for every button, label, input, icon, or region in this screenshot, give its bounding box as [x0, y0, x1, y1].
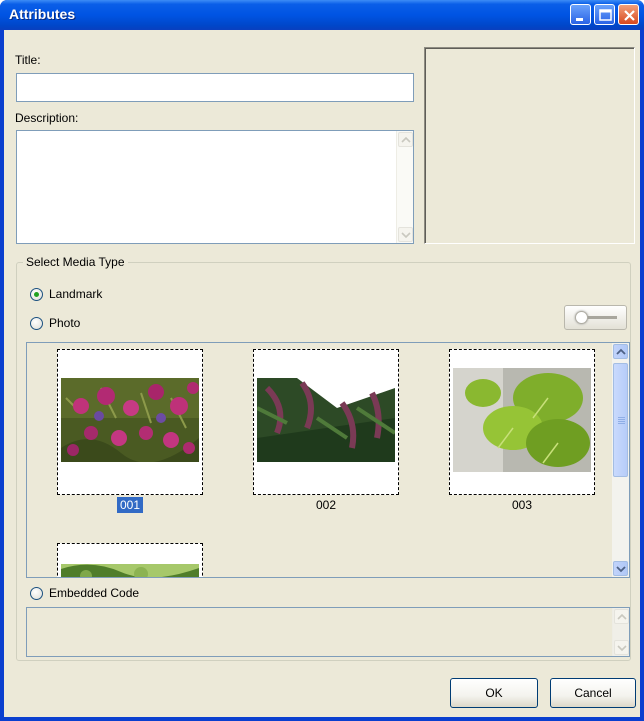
minimize-button[interactable]: [570, 4, 591, 25]
description-scrollbar[interactable]: [396, 131, 413, 243]
attributes-window: Attributes Title: Description: Select Me…: [0, 0, 644, 721]
cancel-button[interactable]: Cancel: [550, 678, 636, 708]
chevron-up-icon: [617, 613, 627, 620]
thumbnail-image-003: [453, 368, 591, 472]
dialog-body: Title: Description: Select Media Type La…: [4, 30, 640, 717]
description-scroll-up[interactable]: [398, 132, 413, 147]
photo-radio-label[interactable]: Photo: [49, 316, 80, 330]
thumbnail-003[interactable]: [449, 349, 595, 495]
photo-radio[interactable]: [30, 317, 43, 330]
slider-knob-icon: [575, 311, 588, 324]
embedded-scroll-up[interactable]: [614, 609, 629, 624]
embedded-code-scrollbar[interactable]: [612, 608, 629, 656]
slider-track: [587, 316, 617, 319]
thumbnail-002[interactable]: [253, 349, 399, 495]
thumbnail-004[interactable]: [57, 543, 203, 577]
chevron-up-icon: [616, 348, 626, 355]
thumbnail-image-002: [257, 378, 395, 462]
thumbnail-list[interactable]: 001 002 003: [26, 342, 630, 578]
close-button[interactable]: [618, 4, 639, 25]
media-type-group-title: Select Media Type: [23, 255, 128, 269]
embedded-scroll-down[interactable]: [614, 640, 629, 655]
chevron-down-icon: [616, 566, 626, 573]
description-scroll-down[interactable]: [398, 227, 413, 242]
thumbnail-scroll-thumb[interactable]: [613, 363, 628, 477]
thumbnail-grid: 001 002 003: [27, 343, 612, 577]
chevron-down-icon: [401, 232, 411, 239]
window-title: Attributes: [9, 6, 76, 22]
thumbnail-caption-001[interactable]: 001: [57, 497, 203, 513]
landmark-radio-label[interactable]: Landmark: [49, 287, 102, 301]
chevron-up-icon: [401, 136, 411, 143]
thumbnail-scroll-down[interactable]: [613, 561, 628, 576]
preview-panel: [424, 47, 635, 244]
landmark-radio[interactable]: [30, 288, 43, 301]
maximize-icon: [599, 9, 612, 21]
thumbnail-scroll-up[interactable]: [613, 344, 628, 359]
thumbnail-image-004: [61, 564, 199, 577]
minimize-icon: [576, 18, 583, 21]
ok-button[interactable]: OK: [450, 678, 538, 708]
description-input[interactable]: [16, 130, 414, 244]
toggle-slider-button[interactable]: [564, 305, 627, 330]
title-input[interactable]: [16, 73, 414, 102]
title-bar[interactable]: Attributes: [0, 0, 644, 30]
thumbnail-001[interactable]: [57, 349, 203, 495]
embedded-code-radio-label[interactable]: Embedded Code: [49, 586, 139, 600]
close-icon: [624, 10, 635, 21]
thumbnail-caption-002[interactable]: 002: [253, 498, 399, 512]
thumbnail-caption-003[interactable]: 003: [449, 498, 595, 512]
maximize-button[interactable]: [594, 4, 615, 25]
description-label: Description:: [15, 111, 79, 125]
thumbnail-scrollbar[interactable]: [612, 343, 629, 577]
embedded-code-radio[interactable]: [30, 587, 43, 600]
title-label: Title:: [15, 53, 41, 67]
embedded-code-input[interactable]: [26, 607, 630, 657]
thumbnail-image-001: [61, 378, 199, 462]
chevron-down-icon: [617, 645, 627, 652]
